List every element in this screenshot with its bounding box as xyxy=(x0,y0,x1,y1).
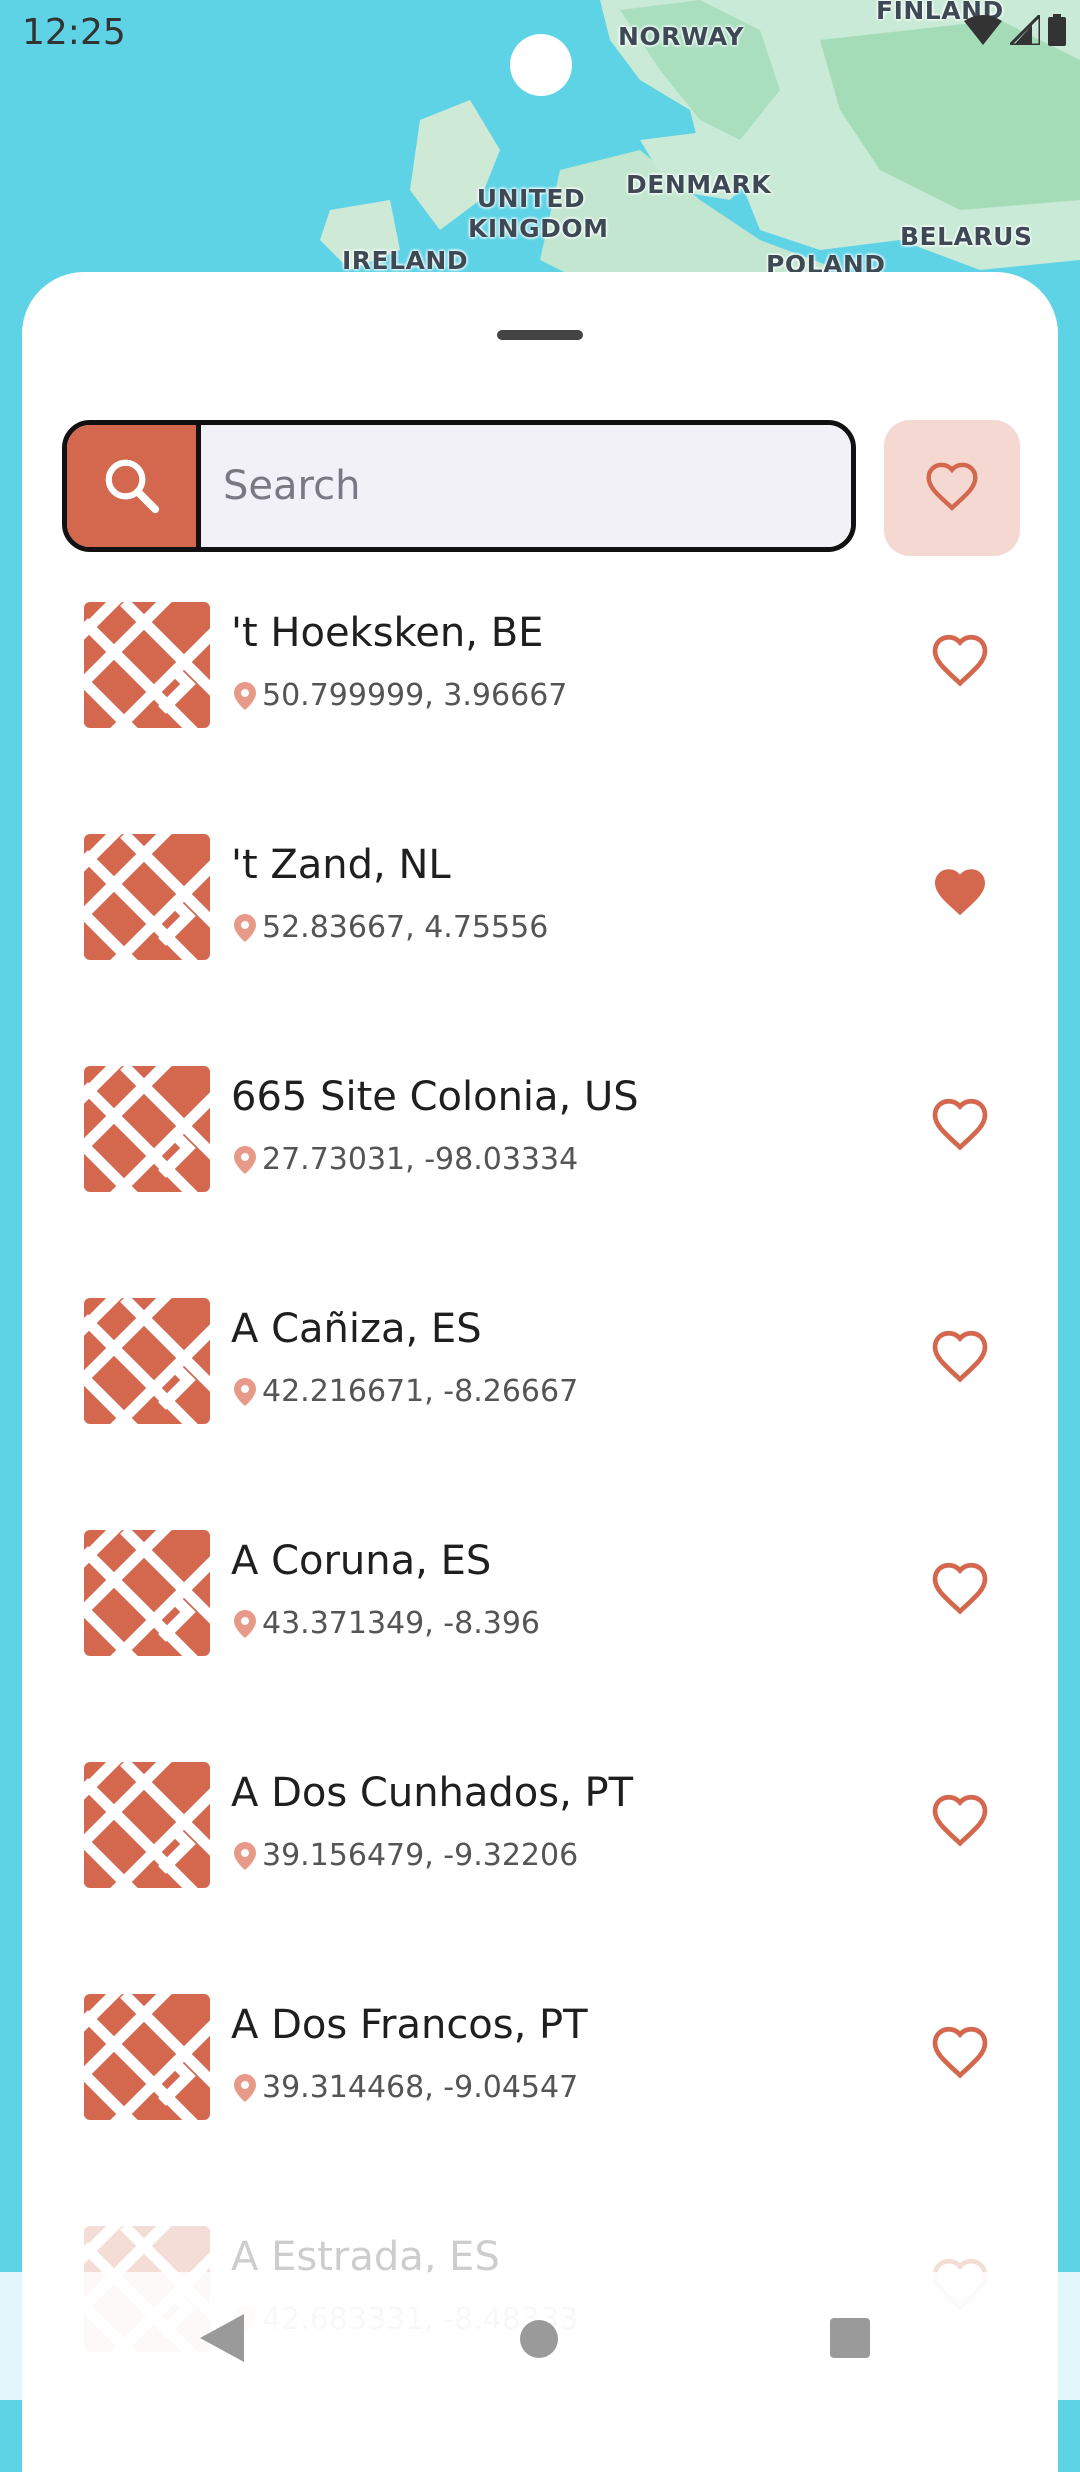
location-thumbnail xyxy=(84,1762,210,1888)
coordinates-text: 50.799999, 3.96667 xyxy=(262,678,568,713)
search-icon xyxy=(105,459,159,514)
location-thumbnail xyxy=(84,1066,210,1192)
favorites-filter-button[interactable] xyxy=(884,420,1020,556)
status-time: 12:25 xyxy=(22,12,126,53)
location-list-item[interactable]: 't Zand, NL 52.83667, 4.75556 xyxy=(22,834,1058,1066)
coordinates-text: 42.216671, -8.26667 xyxy=(262,1374,579,1409)
location-pin-icon xyxy=(234,1841,256,1870)
favorite-toggle-button[interactable] xyxy=(930,1792,990,1852)
location-pin-icon xyxy=(234,681,256,710)
location-thumbnail xyxy=(84,834,210,960)
heart-outline-icon xyxy=(932,634,988,687)
location-thumbnail xyxy=(84,1994,210,2120)
location-pin-icon xyxy=(234,2073,256,2102)
location-coordinates: 39.314468, -9.04547 xyxy=(234,2070,578,2105)
coordinates-text: 39.156479, -9.32206 xyxy=(262,1838,579,1873)
location-thumbnail xyxy=(84,1298,210,1424)
location-list-item[interactable]: A Coruna, ES 43.371349, -8.396 xyxy=(22,1530,1058,1762)
location-name: 't Hoeksken, BE xyxy=(231,610,544,656)
location-thumbnail xyxy=(84,1530,210,1656)
location-name: A Coruna, ES xyxy=(231,1538,492,1584)
coordinates-text: 43.371349, -8.396 xyxy=(262,1606,541,1641)
location-coordinates: 39.156479, -9.32206 xyxy=(234,1838,578,1873)
location-list-item[interactable]: A Cañiza, ES 42.216671, -8.26667 xyxy=(22,1298,1058,1530)
heart-outline-icon xyxy=(932,1330,988,1383)
city-map-icon xyxy=(84,1298,210,1424)
favorite-toggle-button[interactable] xyxy=(930,632,990,692)
heart-outline-icon xyxy=(932,1562,988,1615)
city-map-icon xyxy=(84,1994,210,2120)
location-pin-icon xyxy=(234,913,256,942)
location-name: A Cañiza, ES xyxy=(231,1306,482,1352)
coordinates-text: 39.314468, -9.04547 xyxy=(262,2070,579,2105)
map-label-belarus: BELARUS xyxy=(900,222,1033,251)
battery-icon xyxy=(1048,14,1066,46)
location-list-item[interactable]: 't Hoeksken, BE 50.799999, 3.96667 xyxy=(22,602,1058,834)
drag-handle[interactable] xyxy=(497,330,583,340)
heart-outline-icon xyxy=(932,1098,988,1151)
location-name: A Dos Francos, PT xyxy=(231,2002,588,2048)
favorite-toggle-button[interactable] xyxy=(930,2024,990,2084)
location-pin-icon xyxy=(234,1377,256,1406)
location-coordinates: 42.216671, -8.26667 xyxy=(234,1374,578,1409)
favorite-toggle-button[interactable] xyxy=(930,864,990,924)
location-coordinates: 27.73031, -98.03334 xyxy=(234,1142,578,1177)
location-list-item[interactable]: A Dos Cunhados, PT 39.156479, -9.32206 xyxy=(22,1762,1058,1994)
location-pin-icon xyxy=(234,1145,256,1174)
city-map-icon xyxy=(84,1530,210,1656)
city-map-icon xyxy=(84,1762,210,1888)
location-coordinates: 43.371349, -8.396 xyxy=(234,1606,540,1641)
camera-cutout xyxy=(510,34,572,96)
location-list: 't Hoeksken, BE 50.799999, 3.96667 't Za… xyxy=(22,602,1058,2458)
recents-button[interactable] xyxy=(830,2318,870,2358)
map-label-united-kingdom: UNITED KINGDOM xyxy=(468,184,609,243)
status-icons xyxy=(964,14,1066,46)
heart-outline-icon xyxy=(932,2026,988,2079)
city-map-icon xyxy=(84,1066,210,1192)
location-name: A Dos Cunhados, PT xyxy=(231,1770,634,1816)
location-coordinates: 50.799999, 3.96667 xyxy=(234,678,567,713)
coordinates-text: 27.73031, -98.03334 xyxy=(262,1142,579,1177)
favorite-toggle-button[interactable] xyxy=(930,1560,990,1620)
location-pin-icon xyxy=(234,1609,256,1638)
favorite-toggle-button[interactable] xyxy=(930,1096,990,1156)
location-coordinates: 52.83667, 4.75556 xyxy=(234,910,548,945)
city-map-icon xyxy=(84,834,210,960)
back-icon[interactable] xyxy=(200,2314,244,2362)
map-label-norway: NORWAY xyxy=(618,22,744,51)
heart-outline-icon xyxy=(926,462,978,511)
location-list-item[interactable]: 665 Site Colonia, US 27.73031, -98.03334 xyxy=(22,1066,1058,1298)
city-map-icon xyxy=(84,602,210,728)
map-label-denmark: DENMARK xyxy=(626,170,772,199)
system-navigation-bar xyxy=(0,2272,1080,2400)
search-button[interactable] xyxy=(67,425,201,547)
search-input[interactable] xyxy=(201,425,851,547)
favorite-toggle-button[interactable] xyxy=(930,1328,990,1388)
wifi-icon xyxy=(964,15,1002,45)
location-list-item[interactable]: A Dos Francos, PT 39.314468, -9.04547 xyxy=(22,1994,1058,2226)
location-thumbnail xyxy=(84,602,210,728)
heart-filled-icon xyxy=(935,869,985,916)
location-name: 't Zand, NL xyxy=(231,842,451,888)
signal-icon xyxy=(1010,15,1040,45)
search-bar xyxy=(62,420,856,552)
coordinates-text: 52.83667, 4.75556 xyxy=(262,910,549,945)
heart-outline-icon xyxy=(932,1794,988,1847)
home-button[interactable] xyxy=(520,2320,558,2358)
location-name: 665 Site Colonia, US xyxy=(231,1074,639,1120)
bottom-sheet: 't Hoeksken, BE 50.799999, 3.96667 't Za… xyxy=(22,272,1058,2472)
